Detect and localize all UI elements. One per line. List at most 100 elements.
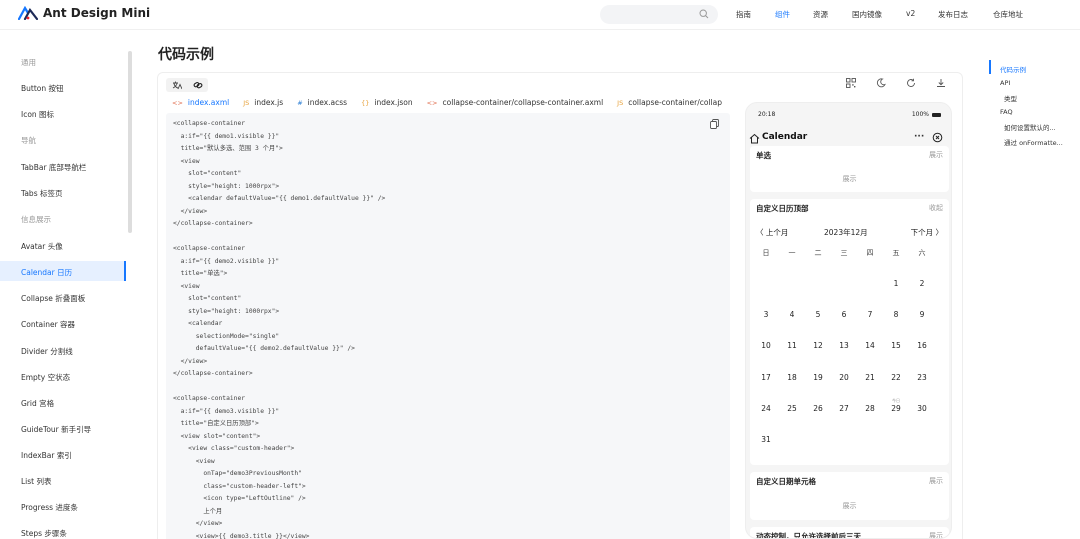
sidebar-item-button[interactable]: Button 按钮 xyxy=(21,83,64,94)
next-month-button[interactable]: 下个月 〉 xyxy=(911,227,943,238)
search-input[interactable] xyxy=(600,5,718,24)
tab-collapse-axml[interactable]: <> collapse-container/collapse-container.… xyxy=(427,98,604,107)
download-icon[interactable] xyxy=(936,78,946,88)
code-line: class="custom-header-left"> xyxy=(173,482,306,490)
toc-item-faq-default[interactable]: 如何设置默认的... xyxy=(1004,122,1056,132)
sidebar-item-guidetour[interactable]: GuideTour 新手引导 xyxy=(21,424,91,435)
sidebar-item-avatar[interactable]: Avatar 头像 xyxy=(21,241,63,252)
sidebar-group-general: 通用 xyxy=(21,58,36,67)
calendar-day[interactable]: 22 xyxy=(886,373,906,382)
nav-components[interactable]: 组件 xyxy=(775,9,813,20)
dark-mode-icon[interactable] xyxy=(876,78,886,88)
refresh-icon[interactable] xyxy=(906,78,916,88)
calendar-day[interactable]: 25 xyxy=(782,404,802,413)
sidebar-item-list[interactable]: List 列表 xyxy=(21,476,52,487)
sidebar-item-tabbar[interactable]: TabBar 底部导航栏 xyxy=(21,162,86,173)
nav-mirror[interactable]: 国内镜像 xyxy=(852,9,906,20)
code-line: a:if="{{ demo2.visible }}" xyxy=(173,257,280,265)
sidebar-item-divider[interactable]: Divider 分割线 xyxy=(21,346,73,357)
toc-item-faq-format[interactable]: 通过 onFormatte... xyxy=(1004,137,1063,147)
calendar-day[interactable]: 30 xyxy=(912,404,932,413)
nav-version[interactable]: v2 xyxy=(906,9,938,20)
link-icon[interactable] xyxy=(193,80,203,90)
calendar-day[interactable]: 19 xyxy=(808,373,828,382)
sidebar-item-indexbar[interactable]: IndexBar 索引 xyxy=(21,450,72,461)
calendar-day[interactable]: 29 xyxy=(886,404,906,413)
calendar-day[interactable]: 8 xyxy=(886,310,906,319)
calendar-day[interactable]: 16 xyxy=(912,341,932,350)
home-icon[interactable] xyxy=(749,133,760,144)
nav-guide[interactable]: 指南 xyxy=(736,9,775,20)
calendar-day[interactable]: 14 xyxy=(860,341,880,350)
calendar-day[interactable]: 31 xyxy=(756,435,776,444)
calendar-day[interactable]: 27 xyxy=(834,404,854,413)
copy-icon[interactable] xyxy=(710,119,719,129)
sidebar-item-grid[interactable]: Grid 宫格 xyxy=(21,398,54,409)
tab-label: index.js xyxy=(254,98,284,107)
tab-index-js[interactable]: JS index.js xyxy=(243,98,283,107)
sidebar-scrollbar[interactable] xyxy=(128,51,132,233)
toc-item-faq[interactable]: FAQ xyxy=(1000,108,1013,116)
collapse-action[interactable]: 收起 xyxy=(929,203,943,213)
calendar-day[interactable]: 7 xyxy=(860,310,880,319)
card-action[interactable]: 展示 xyxy=(929,531,943,538)
calendar-day[interactable]: 1 xyxy=(886,279,906,288)
sidebar-item-tabs[interactable]: Tabs 标签页 xyxy=(21,188,63,199)
sidebar-item-empty[interactable]: Empty 空状态 xyxy=(21,372,70,383)
calendar-day[interactable]: 2 xyxy=(912,279,932,288)
calendar-day[interactable]: 15 xyxy=(886,341,906,350)
demo-card-dynamic: 动态控制，只允许选择前后三天 展示 xyxy=(750,527,949,538)
sidebar-item-calendar[interactable]: Calendar 日历 xyxy=(21,267,72,278)
calendar-day[interactable]: 23 xyxy=(912,373,932,382)
tab-index-axml[interactable]: <> index.axml xyxy=(172,98,229,107)
calendar-day[interactable]: 4 xyxy=(782,310,802,319)
translate-icon[interactable] xyxy=(172,80,182,90)
tab-index-json[interactable]: {} index.json xyxy=(361,98,413,107)
close-icon[interactable] xyxy=(932,132,943,143)
card-action[interactable]: 展示 xyxy=(929,476,943,486)
json-file-icon: {} xyxy=(361,98,370,107)
view-toggle xyxy=(166,78,208,92)
sidebar-item-icon[interactable]: Icon 图标 xyxy=(21,109,54,120)
card-action[interactable]: 展示 xyxy=(929,150,943,160)
toc-item-examples[interactable]: 代码示例 xyxy=(1000,64,1026,74)
top-nav: 指南 组件 资源 国内镜像 v2 发布日志 仓库地址 xyxy=(736,9,1033,20)
logo[interactable]: Ant Design Mini xyxy=(18,6,150,20)
prev-month-button[interactable]: 〈 上个月 xyxy=(756,227,788,238)
calendar-day[interactable]: 6 xyxy=(834,310,854,319)
calendar-day[interactable]: 9 xyxy=(912,310,932,319)
sidebar-item-collapse[interactable]: Collapse 折叠面板 xyxy=(21,293,85,304)
top-header: Ant Design Mini 指南 组件 资源 国内镜像 v2 发布日志 仓库… xyxy=(0,0,1080,30)
calendar-day[interactable]: 20 xyxy=(834,373,854,382)
toc-item-api[interactable]: API xyxy=(1000,79,1010,87)
calendar-day[interactable]: 10 xyxy=(756,341,776,350)
code-line: <calendar defaultValue="{{ demo1.default… xyxy=(173,195,386,202)
calendar-day[interactable]: 18 xyxy=(782,373,802,382)
calendar-day[interactable]: 3 xyxy=(756,310,776,319)
calendar-day[interactable]: 11 xyxy=(782,341,802,350)
more-icon[interactable]: ··· xyxy=(914,132,924,142)
toc-item-types[interactable]: 类型 xyxy=(1004,93,1017,103)
calendar-day[interactable]: 28 xyxy=(860,404,880,413)
card-title: 自定义日期单元格 xyxy=(756,477,816,486)
sidebar-item-container[interactable]: Container 容器 xyxy=(21,319,75,330)
nav-changelog[interactable]: 发布日志 xyxy=(938,9,993,20)
code-block[interactable]: <collapse-container a:if="{{ demo1.visib… xyxy=(166,113,730,539)
calendar-day[interactable]: 21 xyxy=(860,373,880,382)
nav-resources[interactable]: 资源 xyxy=(813,9,852,20)
calendar-day[interactable]: 13 xyxy=(834,341,854,350)
sidebar-item-steps[interactable]: Steps 步骤条 xyxy=(21,528,67,539)
qrcode-icon[interactable] xyxy=(846,78,856,88)
nav-repo[interactable]: 仓库地址 xyxy=(993,9,1033,20)
calendar-day[interactable]: 12 xyxy=(808,341,828,350)
calendar-day[interactable]: 24 xyxy=(756,404,776,413)
tab-index-acss[interactable]: # index.acss xyxy=(297,98,347,107)
calendar-day[interactable]: 26 xyxy=(808,404,828,413)
css-file-icon: # xyxy=(297,98,303,107)
calendar-day[interactable]: 5 xyxy=(808,310,828,319)
tab-collapse-js[interactable]: JS collapse-container/collap xyxy=(617,98,722,107)
code-line: <collapse-container xyxy=(173,120,246,127)
calendar-day[interactable]: 17 xyxy=(756,373,776,382)
sidebar-item-progress[interactable]: Progress 进度条 xyxy=(21,502,78,513)
